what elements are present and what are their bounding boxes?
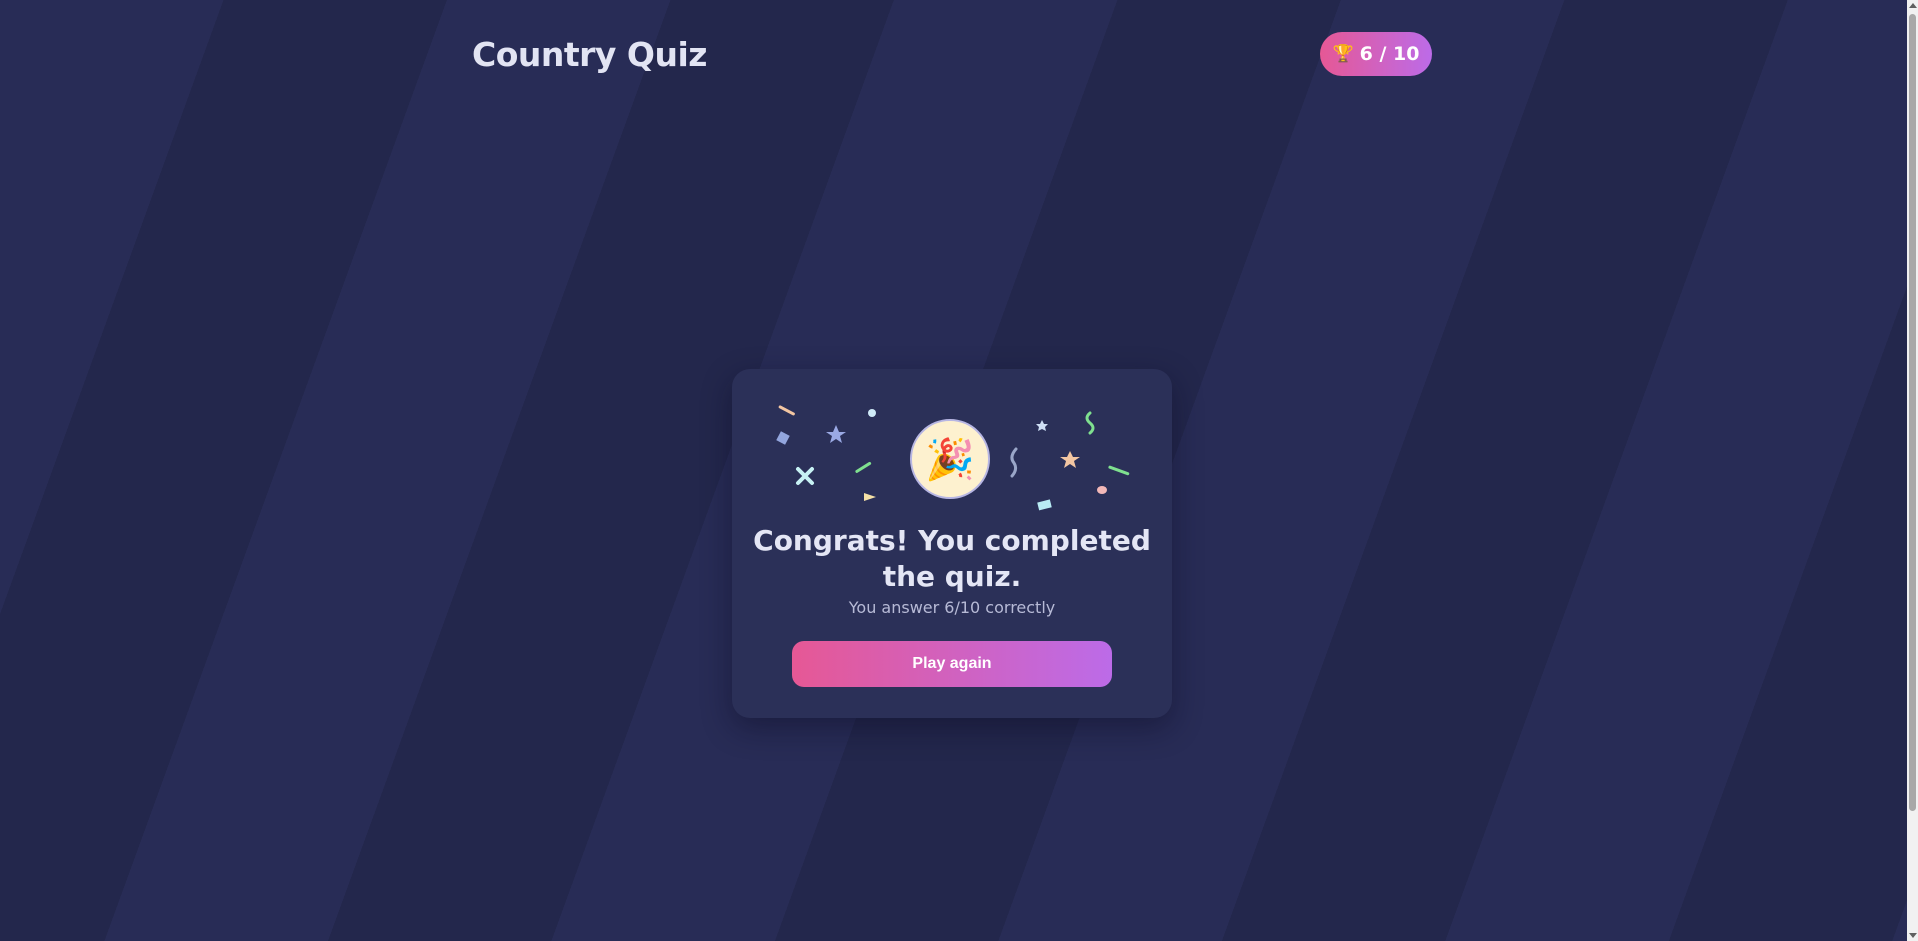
scrollbar-thumb[interactable] <box>1909 14 1916 811</box>
confetti-streamer <box>855 461 872 473</box>
confetti-star <box>1036 420 1048 431</box>
party-popper-icon: 🎉 <box>910 419 990 499</box>
trophy-icon: 🏆 <box>1332 44 1354 64</box>
confetti-rect <box>1037 499 1052 511</box>
confetti-cross <box>796 467 814 485</box>
confetti-curl <box>1085 411 1095 435</box>
confetti-dot <box>868 409 876 417</box>
result-card: 🎉 Congrats! You completed the quiz. You … <box>732 369 1172 718</box>
confetti-streamer <box>1108 465 1130 476</box>
confetti-curl <box>1010 447 1018 478</box>
play-again-button[interactable]: Play again <box>792 641 1112 687</box>
vertical-scrollbar[interactable] <box>1907 0 1918 941</box>
app-header: Country Quiz 🏆 6 / 10 <box>472 32 1432 80</box>
confetti-square <box>776 431 790 445</box>
page-title: Country Quiz <box>472 35 708 74</box>
score-badge: 🏆 6 / 10 <box>1320 32 1432 76</box>
confetti-star <box>1060 451 1080 468</box>
score-text: 6 / 10 <box>1359 43 1420 65</box>
confetti-triangle <box>864 493 876 501</box>
confetti-dot <box>1097 486 1107 494</box>
scroll-down-arrow-icon[interactable] <box>1909 933 1917 938</box>
scroll-up-arrow-icon[interactable] <box>1909 3 1917 8</box>
confetti-star <box>826 425 846 443</box>
score-summary: You answer 6/10 correctly <box>848 598 1056 617</box>
confetti-streamer <box>778 405 795 416</box>
congrats-heading: Congrats! You completed the quiz. <box>753 524 1151 593</box>
